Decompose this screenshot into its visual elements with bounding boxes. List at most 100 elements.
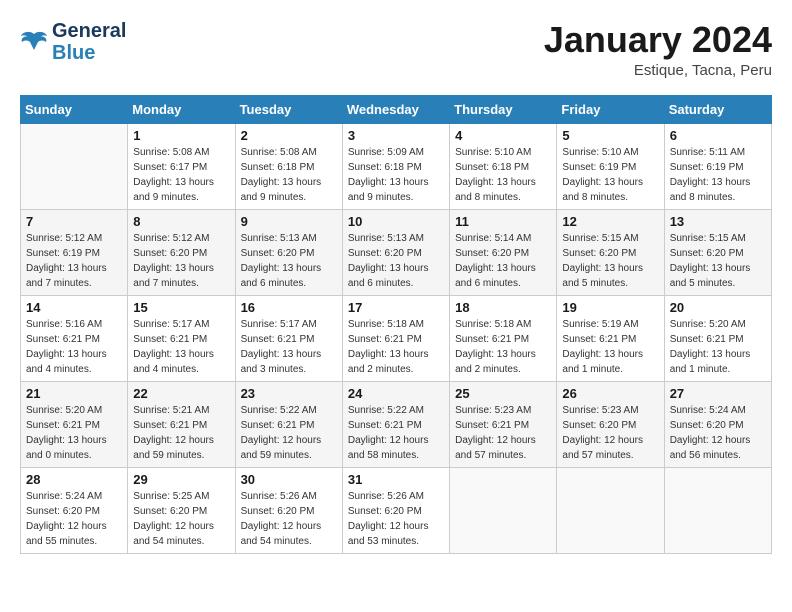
day-info: Sunrise: 5:13 AM Sunset: 6:20 PM Dayligh… bbox=[348, 231, 444, 291]
day-number: 24 bbox=[348, 386, 444, 401]
day-number: 6 bbox=[670, 128, 766, 143]
day-info: Sunrise: 5:25 AM Sunset: 6:20 PM Dayligh… bbox=[133, 489, 229, 549]
day-info: Sunrise: 5:23 AM Sunset: 6:20 PM Dayligh… bbox=[562, 403, 658, 463]
day-number: 7 bbox=[26, 214, 122, 229]
day-info: Sunrise: 5:18 AM Sunset: 6:21 PM Dayligh… bbox=[455, 317, 551, 377]
day-info: Sunrise: 5:09 AM Sunset: 6:18 PM Dayligh… bbox=[348, 145, 444, 205]
calendar-cell: 31 Sunrise: 5:26 AM Sunset: 6:20 PM Dayli… bbox=[342, 467, 449, 553]
location-subtitle: Estique, Tacna, Peru bbox=[544, 62, 772, 79]
day-number: 22 bbox=[133, 386, 229, 401]
calendar-cell: 19Sunrise: 5:19 AM Sunset: 6:21 PM Dayli… bbox=[557, 295, 664, 381]
calendar-cell: 30 Sunrise: 5:26 AM Sunset: 6:20 PM Dayli… bbox=[235, 467, 342, 553]
calendar-cell: 28Sunrise: 5:24 AM Sunset: 6:20 PM Dayli… bbox=[21, 467, 128, 553]
day-info: Sunrise: 5:10 AM Sunset: 6:19 PM Dayligh… bbox=[562, 145, 658, 205]
day-info: Sunrise: 5:15 AM Sunset: 6:20 PM Dayligh… bbox=[562, 231, 658, 291]
calendar-cell bbox=[450, 467, 557, 553]
day-number: 9 bbox=[241, 214, 337, 229]
day-number: 15 bbox=[133, 300, 229, 315]
header-day-monday: Monday bbox=[128, 95, 235, 123]
calendar-cell: 2 Sunrise: 5:08 AM Sunset: 6:18 PM Daylig… bbox=[235, 123, 342, 209]
header-day-thursday: Thursday bbox=[450, 95, 557, 123]
day-number: 8 bbox=[133, 214, 229, 229]
calendar-cell: 26Sunrise: 5:23 AM Sunset: 6:20 PM Dayli… bbox=[557, 381, 664, 467]
logo-text: General Blue bbox=[52, 20, 126, 64]
calendar-cell: 27 Sunrise: 5:24 AM Sunset: 6:20 PM Dayli… bbox=[664, 381, 771, 467]
calendar-cell: 15 Sunrise: 5:17 AM Sunset: 6:21 PM Dayli… bbox=[128, 295, 235, 381]
logo-bird-icon bbox=[20, 30, 48, 54]
day-info: Sunrise: 5:22 AM Sunset: 6:21 PM Dayligh… bbox=[348, 403, 444, 463]
day-number: 31 bbox=[348, 472, 444, 487]
day-number: 13 bbox=[670, 214, 766, 229]
day-number: 19 bbox=[562, 300, 658, 315]
day-number: 30 bbox=[241, 472, 337, 487]
day-info: Sunrise: 5:08 AM Sunset: 6:17 PM Dayligh… bbox=[133, 145, 229, 205]
day-info: Sunrise: 5:20 AM Sunset: 6:21 PM Dayligh… bbox=[26, 403, 122, 463]
day-info: Sunrise: 5:10 AM Sunset: 6:18 PM Dayligh… bbox=[455, 145, 551, 205]
day-number: 5 bbox=[562, 128, 658, 143]
day-number: 12 bbox=[562, 214, 658, 229]
week-row-4: 21 Sunrise: 5:20 AM Sunset: 6:21 PM Dayli… bbox=[21, 381, 772, 467]
calendar-cell: 11 Sunrise: 5:14 AM Sunset: 6:20 PM Dayli… bbox=[450, 209, 557, 295]
calendar-cell: 14Sunrise: 5:16 AM Sunset: 6:21 PM Dayli… bbox=[21, 295, 128, 381]
day-number: 29 bbox=[133, 472, 229, 487]
calendar-cell: 18 Sunrise: 5:18 AM Sunset: 6:21 PM Dayli… bbox=[450, 295, 557, 381]
calendar-cell: 29 Sunrise: 5:25 AM Sunset: 6:20 PM Dayli… bbox=[128, 467, 235, 553]
day-number: 11 bbox=[455, 214, 551, 229]
day-info: Sunrise: 5:24 AM Sunset: 6:20 PM Dayligh… bbox=[670, 403, 766, 463]
day-info: Sunrise: 5:12 AM Sunset: 6:20 PM Dayligh… bbox=[133, 231, 229, 291]
logo: General Blue bbox=[20, 20, 126, 64]
calendar-cell: 16Sunrise: 5:17 AM Sunset: 6:21 PM Dayli… bbox=[235, 295, 342, 381]
day-info: Sunrise: 5:22 AM Sunset: 6:21 PM Dayligh… bbox=[241, 403, 337, 463]
calendar-cell: 9 Sunrise: 5:13 AM Sunset: 6:20 PM Daylig… bbox=[235, 209, 342, 295]
calendar-table: SundayMondayTuesdayWednesdayThursdayFrid… bbox=[20, 95, 772, 554]
header-day-friday: Friday bbox=[557, 95, 664, 123]
calendar-cell: 10 Sunrise: 5:13 AM Sunset: 6:20 PM Dayli… bbox=[342, 209, 449, 295]
day-info: Sunrise: 5:16 AM Sunset: 6:21 PM Dayligh… bbox=[26, 317, 122, 377]
day-number: 21 bbox=[26, 386, 122, 401]
calendar-cell bbox=[664, 467, 771, 553]
day-number: 25 bbox=[455, 386, 551, 401]
header-day-sunday: Sunday bbox=[21, 95, 128, 123]
day-info: Sunrise: 5:26 AM Sunset: 6:20 PM Dayligh… bbox=[241, 489, 337, 549]
day-info: Sunrise: 5:26 AM Sunset: 6:20 PM Dayligh… bbox=[348, 489, 444, 549]
calendar-body: 1Sunrise: 5:08 AM Sunset: 6:17 PM Daylig… bbox=[21, 123, 772, 553]
header-day-wednesday: Wednesday bbox=[342, 95, 449, 123]
week-row-1: 1Sunrise: 5:08 AM Sunset: 6:17 PM Daylig… bbox=[21, 123, 772, 209]
calendar-cell: 3Sunrise: 5:09 AM Sunset: 6:18 PM Daylig… bbox=[342, 123, 449, 209]
week-row-2: 7 Sunrise: 5:12 AM Sunset: 6:19 PM Daylig… bbox=[21, 209, 772, 295]
calendar-header: SundayMondayTuesdayWednesdayThursdayFrid… bbox=[21, 95, 772, 123]
day-info: Sunrise: 5:13 AM Sunset: 6:20 PM Dayligh… bbox=[241, 231, 337, 291]
header-day-tuesday: Tuesday bbox=[235, 95, 342, 123]
day-info: Sunrise: 5:20 AM Sunset: 6:21 PM Dayligh… bbox=[670, 317, 766, 377]
day-number: 28 bbox=[26, 472, 122, 487]
day-info: Sunrise: 5:11 AM Sunset: 6:19 PM Dayligh… bbox=[670, 145, 766, 205]
calendar-cell: 6 Sunrise: 5:11 AM Sunset: 6:19 PM Daylig… bbox=[664, 123, 771, 209]
calendar-cell: 13 Sunrise: 5:15 AM Sunset: 6:20 PM Dayli… bbox=[664, 209, 771, 295]
day-number: 4 bbox=[455, 128, 551, 143]
day-info: Sunrise: 5:23 AM Sunset: 6:21 PM Dayligh… bbox=[455, 403, 551, 463]
day-number: 27 bbox=[670, 386, 766, 401]
calendar-cell: 20 Sunrise: 5:20 AM Sunset: 6:21 PM Dayli… bbox=[664, 295, 771, 381]
page-header: General Blue January 2024 Estique, Tacna… bbox=[20, 20, 772, 79]
day-number: 10 bbox=[348, 214, 444, 229]
calendar-cell: 1Sunrise: 5:08 AM Sunset: 6:17 PM Daylig… bbox=[128, 123, 235, 209]
day-number: 23 bbox=[241, 386, 337, 401]
day-number: 2 bbox=[241, 128, 337, 143]
calendar-cell: 23 Sunrise: 5:22 AM Sunset: 6:21 PM Dayli… bbox=[235, 381, 342, 467]
day-number: 20 bbox=[670, 300, 766, 315]
title-block: January 2024 Estique, Tacna, Peru bbox=[544, 20, 772, 79]
week-row-3: 14Sunrise: 5:16 AM Sunset: 6:21 PM Dayli… bbox=[21, 295, 772, 381]
month-title: January 2024 bbox=[544, 20, 772, 60]
day-info: Sunrise: 5:14 AM Sunset: 6:20 PM Dayligh… bbox=[455, 231, 551, 291]
calendar-cell bbox=[557, 467, 664, 553]
header-day-saturday: Saturday bbox=[664, 95, 771, 123]
calendar-cell: 24 Sunrise: 5:22 AM Sunset: 6:21 PM Dayli… bbox=[342, 381, 449, 467]
day-info: Sunrise: 5:15 AM Sunset: 6:20 PM Dayligh… bbox=[670, 231, 766, 291]
day-info: Sunrise: 5:17 AM Sunset: 6:21 PM Dayligh… bbox=[133, 317, 229, 377]
calendar-cell: 7 Sunrise: 5:12 AM Sunset: 6:19 PM Daylig… bbox=[21, 209, 128, 295]
day-number: 18 bbox=[455, 300, 551, 315]
day-info: Sunrise: 5:17 AM Sunset: 6:21 PM Dayligh… bbox=[241, 317, 337, 377]
day-info: Sunrise: 5:12 AM Sunset: 6:19 PM Dayligh… bbox=[26, 231, 122, 291]
day-info: Sunrise: 5:08 AM Sunset: 6:18 PM Dayligh… bbox=[241, 145, 337, 205]
calendar-cell: 17Sunrise: 5:18 AM Sunset: 6:21 PM Dayli… bbox=[342, 295, 449, 381]
